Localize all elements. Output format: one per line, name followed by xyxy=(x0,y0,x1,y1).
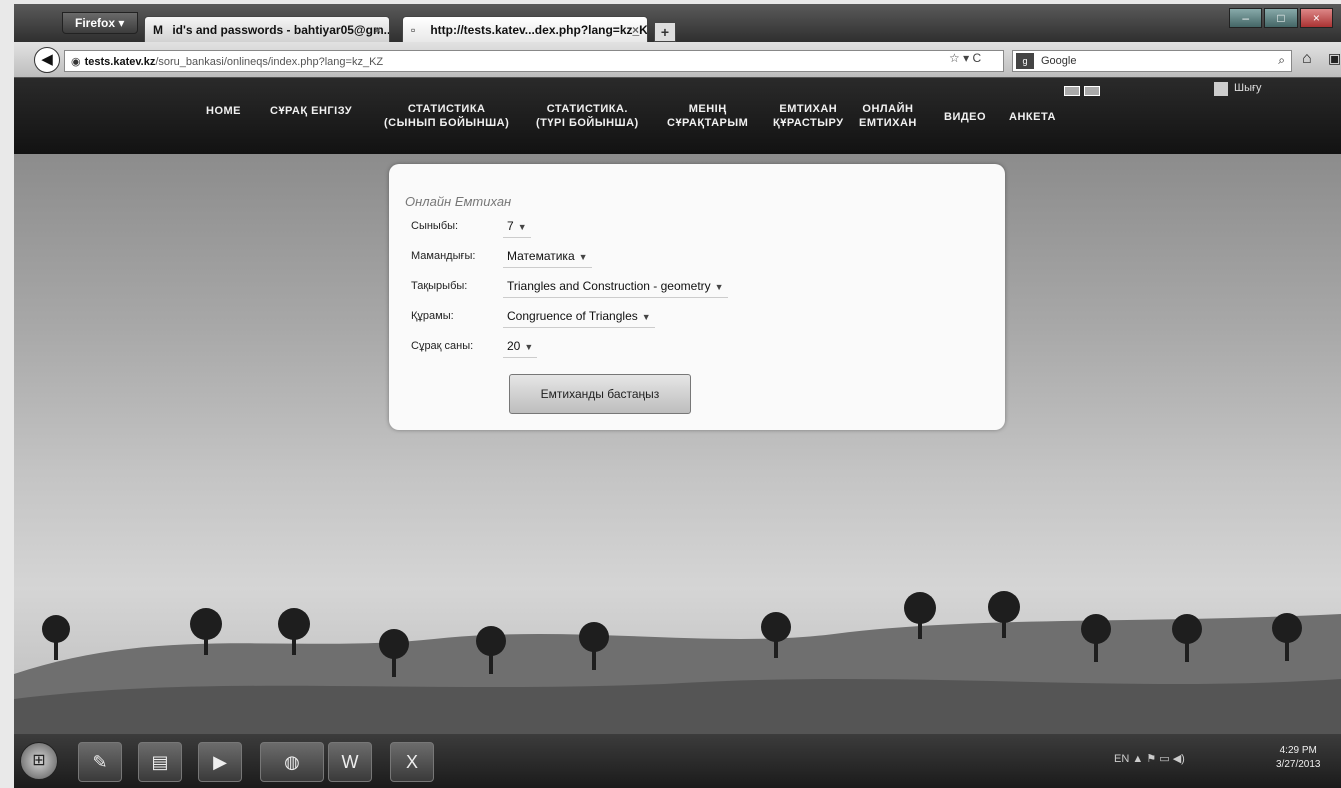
tab-close-icon[interactable]: × xyxy=(374,23,381,37)
url-domain: tests.katev.kz xyxy=(84,56,156,68)
address-bar-icons: ☆ ▾ C xyxy=(949,51,981,65)
clock[interactable]: 4:29 PM 3/27/2013 xyxy=(1276,744,1321,772)
exit-icon[interactable] xyxy=(1214,82,1228,96)
network-icon[interactable]: ▭ xyxy=(1159,753,1169,765)
page-body: Онлайн Емтихан Сыныбы: 7 ▼ Мамандығы: Мат… xyxy=(14,154,1341,734)
new-tab-button[interactable]: + xyxy=(654,22,676,42)
minimize-button[interactable]: – xyxy=(1229,8,1263,28)
topic-select[interactable]: Triangles and Construction - geometry ▼ xyxy=(503,276,728,298)
chevron-down-icon: ▼ xyxy=(524,342,534,352)
bookmarks-icon[interactable]: ▣ xyxy=(1328,50,1341,67)
question-count-value: 20 xyxy=(507,339,521,353)
clock-date: 3/27/2013 xyxy=(1276,759,1321,770)
word-icon[interactable]: W xyxy=(328,742,372,782)
chevron-down-icon: ▼ xyxy=(641,312,651,322)
volume-icon[interactable]: ◀) xyxy=(1173,753,1185,765)
tab-gmail[interactable]: M id's and passwords - bahtiyar05@gm... … xyxy=(144,16,390,44)
dropdown-icon[interactable]: ▾ xyxy=(963,51,969,65)
navigation-bar: ◀ ◉ tests.katev.kz/soru_bankasi/onlineqs/… xyxy=(14,42,1341,78)
site-header: HOME СҰРАҚ ЕНГІЗУ СТАТИСТИКА (СЫНЫП БОЙЫ… xyxy=(14,78,1341,154)
system-tray: EN ▲ ⚑ ▭ ◀) xyxy=(1114,752,1185,765)
reload-icon[interactable]: C xyxy=(972,51,981,65)
exam-title: Онлайн Емтихан xyxy=(405,194,512,209)
clock-time: 4:29 PM xyxy=(1279,745,1317,756)
start-exam-button[interactable]: Емтиханды бастаңыз xyxy=(509,374,691,414)
menu-video[interactable]: ВИДЕО xyxy=(944,110,986,124)
excel-icon[interactable]: X xyxy=(390,742,434,782)
question-count-label: Сұрақ саны: xyxy=(411,340,474,352)
menu-survey[interactable]: АНКЕТА xyxy=(1009,110,1056,124)
exit-link[interactable]: Шығу xyxy=(1234,82,1262,94)
firefox-icon[interactable]: ◍ xyxy=(260,742,324,782)
page-icon: ▫ xyxy=(411,23,416,37)
tab-label: id's and passwords - bahtiyar05@gm... xyxy=(172,23,390,37)
topic-value: Triangles and Construction - geometry xyxy=(507,279,711,293)
pen-app-icon[interactable]: ✎ xyxy=(78,742,122,782)
flag-icon[interactable]: ⚑ xyxy=(1146,753,1156,765)
chevron-down-icon: ▼ xyxy=(578,252,588,262)
tab-close-icon[interactable]: × xyxy=(632,23,639,37)
menu-my-questions[interactable]: МЕНІҢ СҰРАҚТАРЫМ xyxy=(667,102,748,130)
tray-arrow-icon[interactable]: ▲ xyxy=(1132,753,1143,765)
google-icon: g xyxy=(1016,53,1034,69)
content-value: Congruence of Triangles xyxy=(507,309,638,323)
screen: Firefox ▾ M id's and passwords - bahtiya… xyxy=(0,0,1341,788)
class-select[interactable]: 7 ▼ xyxy=(503,216,531,238)
star-icon[interactable]: ☆ xyxy=(949,51,960,65)
language-indicator[interactable]: EN xyxy=(1114,753,1129,765)
close-window-button[interactable]: × xyxy=(1299,8,1333,28)
flag-kz-icon[interactable] xyxy=(1064,86,1080,96)
flag-ru-icon[interactable] xyxy=(1084,86,1100,96)
back-button[interactable]: ◀ xyxy=(34,47,60,73)
subject-label: Мамандығы: xyxy=(411,250,476,262)
search-placeholder: Google xyxy=(1041,55,1077,67)
tab-tests[interactable]: ▫ http://tests.katev...dex.php?lang=kz_K… xyxy=(402,16,648,44)
class-label: Сыныбы: xyxy=(411,220,459,232)
subject-select[interactable]: Математика ▼ xyxy=(503,246,592,268)
home-icon[interactable]: ⌂ xyxy=(1302,50,1312,68)
class-value: 7 xyxy=(507,219,514,233)
globe-icon: ◉ xyxy=(71,56,81,68)
browser-titlebar: Firefox ▾ M id's and passwords - bahtiya… xyxy=(14,4,1341,44)
chevron-down-icon: ▼ xyxy=(517,222,527,232)
firefox-menu-button[interactable]: Firefox ▾ xyxy=(62,12,138,34)
menu-statistics-by-type[interactable]: СТАТИСТИКА. (ТҮРІ БОЙЫНША) xyxy=(536,102,639,130)
gmail-icon: M xyxy=(153,23,163,37)
url-path: /soru_bankasi/onlineqs/index.php?lang=kz… xyxy=(155,56,384,68)
window-controls: – □ × xyxy=(1229,8,1333,28)
menu-question-entry[interactable]: СҰРАҚ ЕНГІЗУ xyxy=(270,104,352,118)
address-bar[interactable]: ◉ tests.katev.kz/soru_bankasi/onlineqs/in… xyxy=(64,50,1004,72)
content-label: Құрамы: xyxy=(411,310,454,322)
menu-exam-builder[interactable]: ЕМТИХАН ҚҰРАСТЫРУ xyxy=(773,102,844,130)
online-exam-panel: Онлайн Емтихан Сыныбы: 7 ▼ Мамандығы: Мат… xyxy=(389,164,1005,430)
topic-label: Тақырыбы: xyxy=(411,280,468,292)
tab-label: http://tests.katev...dex.php?lang=kz_KZ xyxy=(430,23,648,37)
search-input[interactable]: g Google ⌕ xyxy=(1012,50,1292,72)
media-player-icon[interactable]: ▶ xyxy=(198,742,242,782)
menu-statistics-by-class[interactable]: СТАТИСТИКА (СЫНЫП БОЙЫНША) xyxy=(384,102,509,130)
question-count-select[interactable]: 20 ▼ xyxy=(503,336,538,358)
menu-online-exam[interactable]: ОНЛАЙН ЕМТИХАН xyxy=(859,102,917,130)
language-flags xyxy=(1064,86,1100,96)
subject-value: Математика xyxy=(507,249,575,263)
start-orb-icon[interactable]: ⊞ xyxy=(20,742,58,780)
search-icon[interactable]: ⌕ xyxy=(1278,53,1285,68)
content-select[interactable]: Congruence of Triangles ▼ xyxy=(503,306,655,328)
menu-home[interactable]: HOME xyxy=(206,104,241,118)
maximize-button[interactable]: □ xyxy=(1264,8,1298,28)
chevron-down-icon: ▼ xyxy=(714,282,724,292)
explorer-icon[interactable]: ▤ xyxy=(138,742,182,782)
taskbar: ⊞ ✎ ▤ ▶ ◍ W X EN ▲ ⚑ ▭ ◀) 4:29 PM 3/27/2… xyxy=(14,734,1341,788)
